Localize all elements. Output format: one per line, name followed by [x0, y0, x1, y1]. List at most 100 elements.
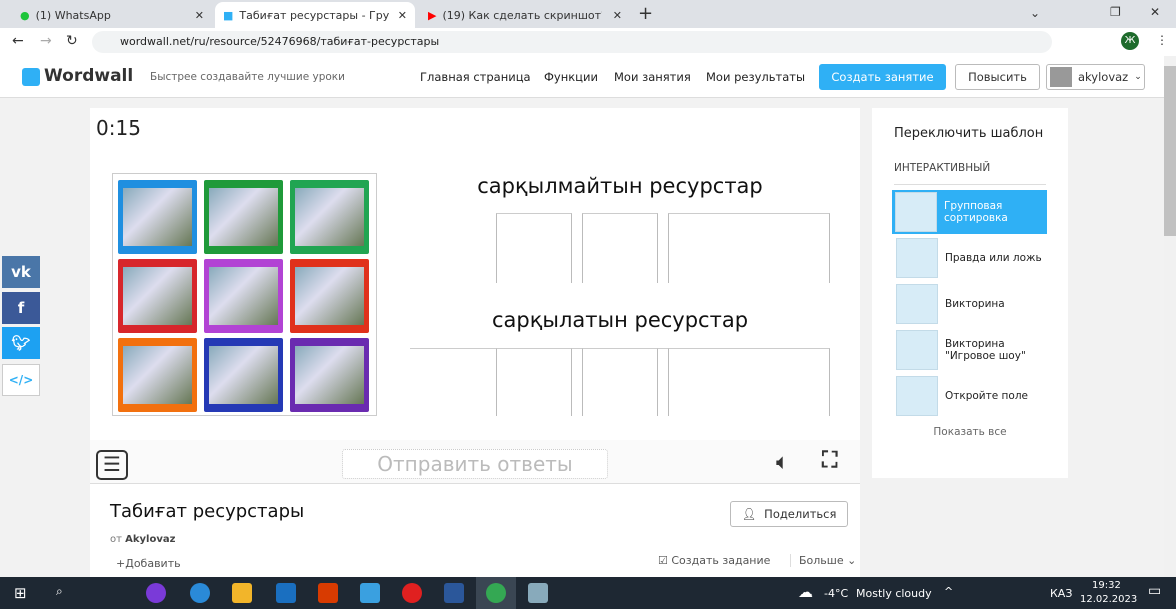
- url-input[interactable]: wordwall.net/ru/resource/52476968/табиға…: [92, 31, 1052, 53]
- picture-card[interactable]: [204, 180, 283, 254]
- template-thumb: [896, 376, 938, 416]
- share-button[interactable]: 👤︎ Поделиться: [730, 501, 848, 527]
- show-all-link[interactable]: Показать все: [872, 426, 1068, 438]
- embed-button[interactable]: </>: [2, 364, 40, 396]
- office-icon[interactable]: [318, 583, 338, 603]
- forward-icon[interactable]: →: [40, 33, 52, 49]
- avatar: [1050, 67, 1072, 87]
- word-icon[interactable]: [444, 583, 464, 603]
- clock-date[interactable]: 12.02.2023: [1080, 594, 1137, 605]
- checkbox-icon: ☑: [658, 554, 668, 567]
- upgrade-button[interactable]: Повысить: [955, 64, 1040, 90]
- picture: [209, 346, 278, 404]
- picture-card[interactable]: [204, 338, 283, 412]
- sound-icon[interactable]: 🔈︎: [776, 450, 789, 475]
- facebook-share-button[interactable]: f: [2, 292, 40, 324]
- template-true-false[interactable]: Правда или ложь: [892, 236, 1047, 280]
- close-icon[interactable]: ✕: [613, 9, 622, 22]
- template-group-sort[interactable]: Групповая сортировка: [892, 190, 1047, 234]
- picture-card[interactable]: [118, 180, 197, 254]
- section-label: ИНТЕРАКТИВНЫЙ: [894, 162, 1046, 185]
- drop-slot[interactable]: [668, 348, 830, 416]
- picture-card[interactable]: [204, 259, 283, 333]
- user-icon: 👤︎: [741, 507, 757, 521]
- picture-card[interactable]: [118, 338, 197, 412]
- by-label: от: [110, 534, 122, 545]
- weather-icon: ☁: [798, 583, 813, 601]
- tab-wordwall[interactable]: ■Табиғат ресурстары - Группова✕: [215, 2, 415, 28]
- picture-card[interactable]: [290, 338, 369, 412]
- activity-title: Табиғат ресурстары: [110, 501, 305, 522]
- reload-icon[interactable]: ↻: [66, 33, 78, 49]
- tab-youtube[interactable]: ▶(19) Как сделать скриншот? - Yo✕: [420, 2, 630, 28]
- template-quiz[interactable]: Викторина: [892, 282, 1047, 326]
- tray-chevron-icon[interactable]: ^: [944, 585, 953, 598]
- drop-slot[interactable]: [582, 213, 658, 283]
- scrollbar[interactable]: [1164, 56, 1176, 577]
- drop-slot[interactable]: [582, 348, 658, 416]
- picture: [295, 188, 364, 246]
- mail-icon[interactable]: [276, 583, 296, 603]
- picture-card[interactable]: [290, 180, 369, 254]
- create-activity-button[interactable]: Создать занятие: [819, 64, 946, 90]
- nav-my-results[interactable]: Мои результаты: [706, 70, 805, 84]
- close-icon[interactable]: ✕: [195, 9, 204, 22]
- wordwall-icon: ■: [223, 8, 234, 22]
- drop-slot[interactable]: [496, 213, 572, 283]
- picture: [295, 267, 364, 325]
- template-gameshow-quiz[interactable]: Викторина "Игровое шоу": [892, 328, 1047, 372]
- chrome-taskbar-button[interactable]: [476, 577, 516, 609]
- app-icon[interactable]: [146, 583, 166, 603]
- user-menu[interactable]: akylovaz ⌄: [1046, 64, 1145, 90]
- close-window-icon[interactable]: ✕: [1150, 5, 1160, 19]
- back-icon[interactable]: ←: [12, 33, 24, 49]
- vk-share-button[interactable]: vk: [2, 256, 40, 288]
- logo[interactable]: Wordwall: [44, 66, 133, 86]
- tagline: Быстрее создавайте лучшие уроки: [150, 71, 345, 83]
- drop-slot[interactable]: [496, 348, 572, 416]
- nav-my-activities[interactable]: Мои занятия: [614, 70, 691, 84]
- template-thumb: [896, 330, 938, 370]
- twitter-share-button[interactable]: 🐦︎: [2, 327, 40, 359]
- picture: [295, 346, 364, 404]
- drop-slot[interactable]: [668, 213, 830, 283]
- wordwall-logo-icon: [22, 68, 40, 86]
- nav-home[interactable]: Главная страница: [420, 70, 531, 84]
- picture-card[interactable]: [290, 259, 369, 333]
- search-icon[interactable]: ⌕: [56, 584, 63, 599]
- picture: [209, 267, 278, 325]
- notification-icon[interactable]: ▭: [1148, 583, 1161, 599]
- menu-icon[interactable]: ⋮: [1156, 33, 1168, 47]
- template-open-box[interactable]: Откройте поле: [892, 374, 1047, 418]
- new-tab-button[interactable]: +: [638, 3, 653, 24]
- store-icon[interactable]: [360, 583, 380, 603]
- template-thumb: [896, 284, 938, 324]
- tab-search-icon[interactable]: ⌄: [1030, 6, 1040, 20]
- group-title: сарқылатын ресурстар: [491, 308, 749, 332]
- fullscreen-icon[interactable]: ⛶: [822, 448, 837, 473]
- submit-answers-button[interactable]: Отправить ответы: [342, 449, 608, 479]
- taskbar: ⊞ ⌕ ☁ -4°C Mostly cloudy ^ КАЗ 19:32 12.…: [0, 577, 1176, 609]
- nav-features[interactable]: Функции: [544, 70, 598, 84]
- youtube-icon: ▶: [428, 8, 437, 22]
- language-indicator[interactable]: КАЗ: [1050, 587, 1072, 600]
- template-thumb: [895, 192, 937, 232]
- clock-time[interactable]: 19:32: [1092, 580, 1121, 591]
- paint-icon[interactable]: [528, 583, 548, 603]
- windows-start-icon[interactable]: ⊞: [14, 584, 27, 602]
- add-button[interactable]: +Добавить: [116, 557, 181, 570]
- tab-whatsapp[interactable]: ● (1) WhatsApp ✕: [12, 2, 212, 28]
- menu-button[interactable]: ☰: [96, 450, 128, 480]
- temperature[interactable]: -4°C: [824, 587, 848, 600]
- restore-icon[interactable]: ❐: [1110, 5, 1121, 19]
- create-assignment-button[interactable]: ☑ Создать задание: [658, 554, 770, 567]
- edge-icon[interactable]: [190, 583, 210, 603]
- weather-text[interactable]: Mostly cloudy: [856, 587, 932, 600]
- yandex-icon[interactable]: [402, 583, 422, 603]
- close-icon[interactable]: ✕: [398, 9, 407, 22]
- explorer-icon[interactable]: [232, 583, 252, 603]
- picture-card[interactable]: [118, 259, 197, 333]
- author-link[interactable]: Akylovaz: [125, 534, 175, 545]
- profile-avatar[interactable]: Ж: [1121, 32, 1139, 50]
- more-button[interactable]: Больше ⌄: [790, 554, 856, 567]
